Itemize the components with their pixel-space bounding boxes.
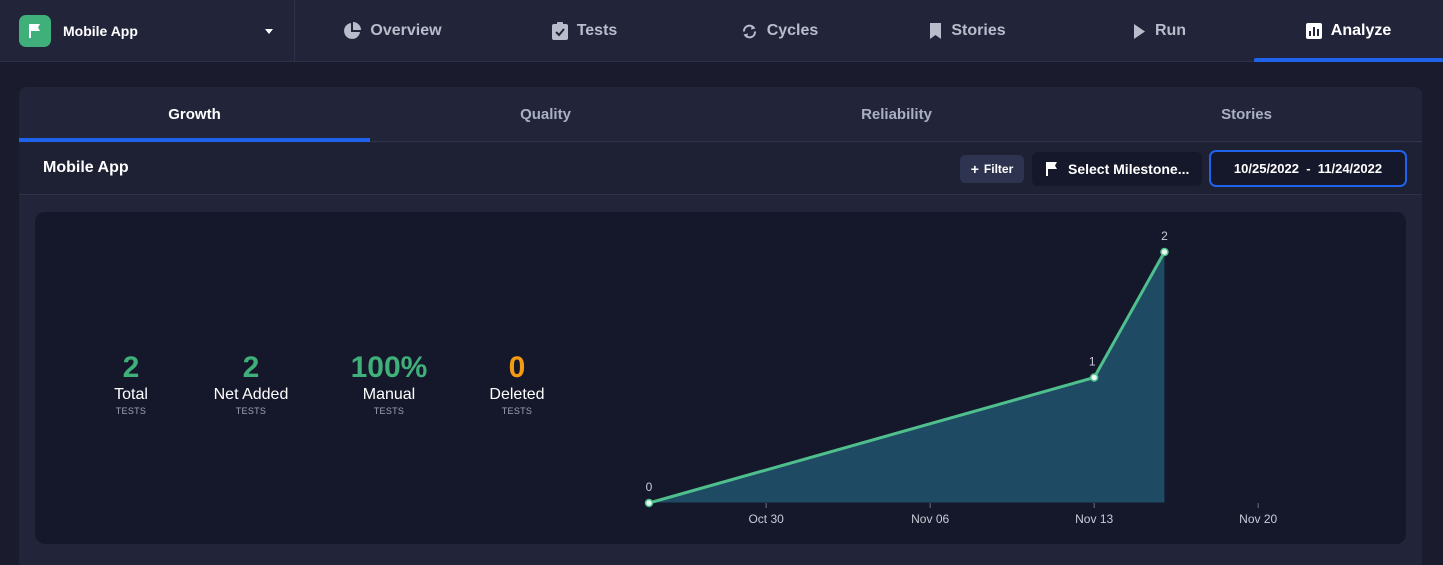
tab-overview[interactable]: Overview	[295, 0, 490, 62]
chart-data-label: 2	[1161, 229, 1168, 243]
filter-label: Filter	[983, 162, 1014, 176]
chart-point[interactable]	[1160, 247, 1169, 257]
tab-label: Stories	[951, 22, 1006, 39]
bar-chart-icon	[1305, 23, 1322, 39]
project-switcher[interactable]: Mobile App	[0, 0, 295, 62]
tab-run[interactable]: Run	[1062, 0, 1257, 62]
subtab-label: Quality	[520, 106, 571, 123]
filter-button[interactable]: + Filter	[960, 155, 1024, 183]
flag-icon	[19, 15, 51, 47]
tab-label: Analyze	[1330, 22, 1392, 39]
growth-chart: Oct 30 Nov 06 Nov 13 Nov 20 0 1 2	[644, 229, 1285, 526]
clipboard-check-icon	[551, 22, 568, 40]
top-nav: Mobile App Overview Tests Cycles Stories…	[0, 0, 1443, 62]
chart-data-label: 1	[1089, 355, 1096, 369]
analyze-panel: Growth Quality Reliability Stories Mobil…	[19, 87, 1422, 565]
tab-label: Cycles	[766, 22, 819, 39]
play-icon	[1133, 23, 1146, 39]
x-tick-label: Nov 06	[911, 512, 949, 526]
subtab-label: Stories	[1221, 106, 1272, 123]
tab-label: Run	[1154, 22, 1187, 39]
milestone-label: Select Milestone...	[1068, 161, 1190, 177]
date-range-picker[interactable]: 10/25/2022 - 11/24/2022	[1209, 150, 1407, 187]
tab-cycles[interactable]: Cycles	[682, 0, 877, 62]
tab-tests[interactable]: Tests	[487, 0, 682, 62]
subtab-growth[interactable]: Growth	[19, 87, 370, 142]
chart-point[interactable]	[644, 498, 654, 508]
toolbar: Mobile App + Filter Select Milestone... …	[19, 143, 1422, 195]
chart-point[interactable]	[1089, 373, 1099, 382]
bookmark-icon	[929, 23, 942, 39]
analyze-subtabs: Growth Quality Reliability Stories	[19, 87, 1422, 142]
chevron-down-icon	[265, 29, 273, 34]
project-name: Mobile App	[63, 23, 138, 39]
x-tick-label: Nov 13	[1075, 512, 1113, 526]
tab-label: Tests	[576, 22, 618, 39]
tab-stories[interactable]: Stories	[870, 0, 1065, 62]
x-tick-label: Nov 20	[1239, 512, 1277, 526]
subtab-stories[interactable]: Stories	[1071, 87, 1422, 142]
growth-content: 2 Total TESTS 2 Net Added TESTS 100% Man…	[35, 212, 1406, 544]
plus-icon: +	[970, 161, 979, 177]
flag-icon	[1046, 162, 1058, 176]
tab-analyze[interactable]: Analyze	[1254, 0, 1443, 62]
date-range-label: 10/25/2022 - 11/24/2022	[1233, 161, 1383, 176]
subtab-reliability[interactable]: Reliability	[721, 87, 1072, 142]
chart-area-fill	[649, 252, 1165, 503]
subtab-quality[interactable]: Quality	[370, 87, 721, 142]
subtab-label: Growth	[168, 106, 221, 123]
refresh-icon	[741, 23, 758, 40]
chart-data-label: 0	[646, 480, 653, 494]
page-title: Mobile App	[43, 159, 129, 176]
select-milestone-button[interactable]: Select Milestone...	[1032, 152, 1202, 186]
pie-chart-icon	[343, 22, 362, 40]
x-tick-label: Oct 30	[748, 512, 784, 526]
tab-label: Overview	[370, 22, 442, 39]
subtab-label: Reliability	[861, 106, 932, 123]
